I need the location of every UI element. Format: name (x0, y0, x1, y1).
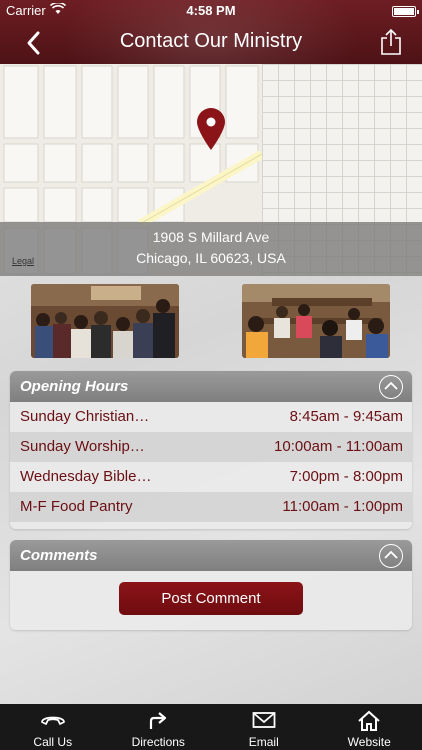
hours-row-time: 11:00am - 1:00pm (282, 498, 403, 515)
comments-title: Comments (20, 547, 98, 564)
tab-directions[interactable]: Directions (106, 704, 212, 750)
bottom-tab-bar: Call Us Directions Email Website (0, 704, 422, 750)
hours-row: Sunday Christian… 8:45am - 9:45am (10, 402, 412, 432)
address-line-2: Chicago, IL 60623, USA (136, 250, 286, 266)
tab-call-us[interactable]: Call Us (0, 704, 106, 750)
tab-label: Directions (131, 735, 185, 749)
hours-row: Sunday Worship… 10:00am - 11:00am (10, 432, 412, 462)
tab-website[interactable]: Website (317, 704, 422, 750)
opening-hours-title: Opening Hours (20, 378, 129, 395)
hours-row-time: 10:00am - 11:00am (274, 438, 403, 455)
envelope-icon (252, 712, 276, 728)
status-bar: Carrier 4:58 PM (0, 1, 422, 21)
hours-row-time: 7:00pm - 8:00pm (289, 468, 403, 485)
share-button[interactable] (380, 28, 402, 56)
home-icon (358, 710, 380, 731)
map-legal-link[interactable]: Legal (12, 256, 34, 266)
collapse-comments-button[interactable] (379, 544, 403, 568)
tab-label: Website (347, 735, 391, 749)
ministry-photo-1[interactable] (31, 284, 179, 358)
hours-row-name: Sunday Christian… (20, 408, 150, 425)
opening-hours-panel: Opening Hours Sunday Christian… 8:45am -… (10, 371, 412, 529)
page-title: Contact Our Ministry (119, 30, 303, 52)
hours-row-name: M-F Food Pantry (20, 498, 133, 515)
hours-row-time: 8:45am - 9:45am (289, 408, 403, 425)
map-pin-icon[interactable] (196, 107, 226, 151)
chevron-up-icon (384, 381, 398, 390)
hours-row: Wednesday Bible… 7:00pm - 8:00pm (10, 462, 412, 492)
hours-row: M-F Food Pantry 11:00am - 1:00pm (10, 492, 412, 522)
post-comment-button[interactable]: Post Comment (119, 582, 303, 615)
hours-row-name: Sunday Worship… (20, 438, 145, 455)
comments-header[interactable]: Comments (10, 540, 412, 571)
share-icon (381, 28, 401, 55)
ministry-photo-2[interactable] (242, 284, 390, 358)
phone-icon (40, 716, 65, 725)
navigation-bar: Carrier 4:58 PM Contact Our Ministry (0, 0, 422, 64)
comments-panel: Comments Post Comment (10, 540, 412, 630)
tab-email[interactable]: Email (211, 704, 317, 750)
address-overlay: 1908 S Millard Ave Chicago, IL 60623, US… (0, 222, 422, 276)
chevron-up-icon (384, 550, 398, 559)
tab-label: Call Us (33, 735, 73, 749)
status-time: 4:58 PM (186, 3, 236, 18)
collapse-hours-button[interactable] (379, 375, 403, 399)
battery-icon (392, 6, 419, 17)
tab-label: Email (248, 735, 279, 749)
hours-row-name: Wednesday Bible… (20, 468, 152, 485)
directions-arrow-icon (150, 712, 167, 729)
opening-hours-header[interactable]: Opening Hours (10, 371, 412, 402)
address-line-1: 1908 S Millard Ave (152, 229, 270, 245)
